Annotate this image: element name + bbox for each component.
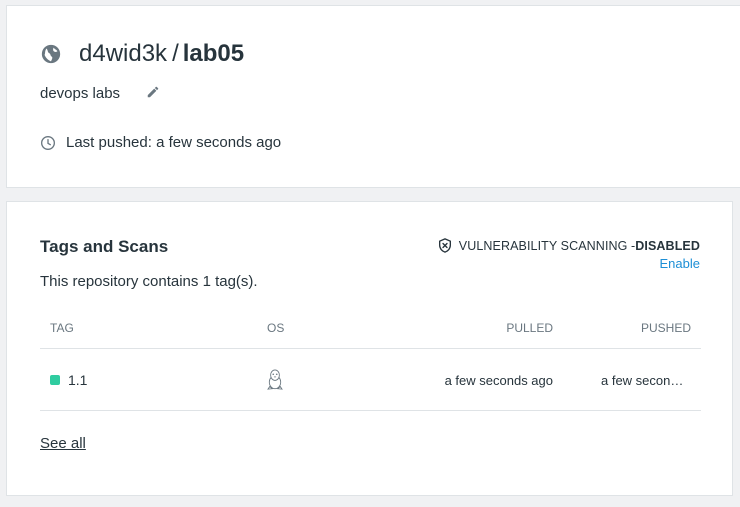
tag-count-text: This repository contains 1 tag(s). (40, 273, 258, 290)
column-header-pulled: PULLED (506, 321, 553, 335)
repo-header-card: d4wid3k / lab05 devops labs Last pushed:… (6, 5, 740, 188)
vuln-status: DISABLED (635, 238, 700, 253)
pulled-time: a few seconds ago (444, 373, 553, 388)
repo-description: devops labs (40, 85, 121, 102)
vuln-label: VULNERABILITY SCANNING - (458, 238, 636, 253)
repo-namespace[interactable]: d4wid3k (79, 40, 167, 68)
table-row[interactable]: 1.1 a few seconds ago a few seconds ago (40, 350, 701, 411)
pencil-icon[interactable] (146, 85, 160, 99)
column-header-os: OS (267, 321, 285, 335)
table-header: TAG OS PULLED PUSHED (40, 319, 701, 349)
tag-status-dot (50, 375, 60, 385)
section-title: Tags and Scans (40, 237, 169, 256)
see-all-link[interactable]: See all (40, 435, 86, 452)
column-header-tag: TAG (50, 321, 74, 335)
last-pushed-row: Last pushed: a few seconds ago (40, 134, 281, 151)
tags-and-scans-card: Tags and Scans VULNERABILITY SCANNING - … (6, 201, 733, 496)
globe-icon (41, 44, 61, 64)
repo-slash: / (172, 40, 179, 67)
repo-description-row: devops labs (40, 85, 160, 102)
column-header-pushed: PUSHED (640, 321, 691, 335)
pushed-time: a few seconds ago (601, 373, 686, 388)
last-pushed-text: Last pushed: a few seconds ago (66, 134, 282, 151)
shield-x-icon (438, 238, 451, 253)
repo-name: lab05 (182, 40, 245, 67)
linux-icon (267, 369, 283, 390)
page-title: d4wid3k / lab05 (40, 40, 244, 68)
tag-name-link[interactable]: 1.1 (68, 372, 87, 388)
clock-icon (41, 135, 55, 150)
vulnerability-scanning-status: VULNERABILITY SCANNING - DISABLED (437, 237, 700, 254)
enable-scanning-link[interactable]: Enable (660, 256, 700, 271)
